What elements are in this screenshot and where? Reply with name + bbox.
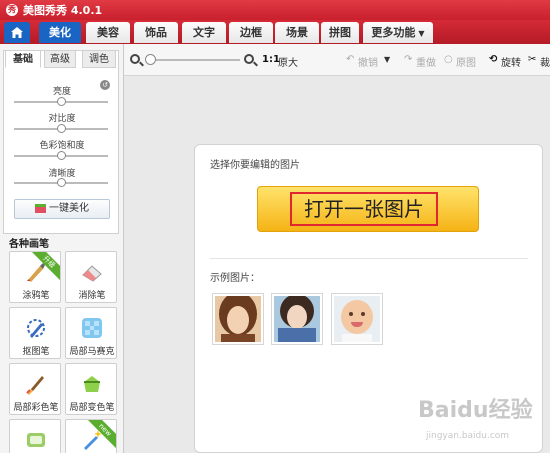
original-image-button[interactable]: 原图 [456,54,476,69]
tab-accessories[interactable]: 饰品 [134,22,178,43]
app-logo-icon: 秀 [6,4,18,16]
open-image-button-label: 打开一张图片 [290,192,438,226]
chevron-down-icon: ▼ [418,29,425,38]
undo-dropdown-icon[interactable]: ▼ [384,55,390,64]
doodle-brush-button[interactable]: 升级 涂鸦笔 [9,251,61,303]
contrast-slider-knob[interactable] [57,124,66,133]
mosaic-brush-label: 局部马赛克 [69,347,115,357]
eraser-brush-label: 消除笔 [78,291,106,301]
sample-image-2-photo [274,296,320,342]
tab-scene[interactable]: 场景 [275,22,319,43]
zoom-in-icon[interactable] [244,54,254,64]
sample-image-1[interactable] [212,293,264,345]
watermark: Baidu经验 [418,398,533,423]
contrast-label: 对比度 [48,114,76,124]
brightness-label: 亮度 [52,87,71,97]
subtab-color[interactable]: 调色 [82,50,116,68]
one-click-beautify-button[interactable]: 一键美化 [14,199,110,219]
contrast-slider[interactable] [14,124,108,133]
crop-icon[interactable]: ✂ [528,54,536,65]
title-bar: 秀 美图秀秀 4.0.1 [0,0,550,20]
saturation-slider[interactable] [14,151,108,160]
undo-icon[interactable]: ↶ [346,54,354,65]
subtab-basic[interactable]: 基础 [5,50,41,68]
left-panel: 基础 高级 调色 ↺ 亮度 对比度 色彩饱和度 清晰度 一键美化 各种画笔 升级… [0,44,124,453]
color-brush-label: 局部彩色笔 [13,403,59,413]
eraser-icon [82,265,102,282]
tab-more-features[interactable]: 更多功能 ▼ [363,22,433,43]
paint-bucket-icon [84,376,100,392]
mosaic-icon [82,318,102,338]
doodle-brush-label: 涂鸦笔 [22,291,50,301]
zoom-out-icon[interactable] [130,54,140,64]
saturation-label: 色彩饱和度 [39,141,85,151]
home-button[interactable] [4,22,30,43]
mosaic-brush-button[interactable]: 局部马赛克 [65,307,117,359]
home-icon [11,27,23,38]
samples-label: 示例图片： [210,273,260,284]
frame-brush-icon [27,433,45,447]
brush-item-8[interactable]: new [65,419,117,453]
tab-text[interactable]: 文字 [182,22,226,43]
brushes-title: 各种画笔 [9,239,49,250]
recolor-brush-label: 局部变色笔 [69,403,115,413]
crop-button[interactable]: 裁 [540,54,550,69]
zoom-slider-knob[interactable] [145,54,156,65]
rotate-button[interactable]: 旋转 [501,54,521,69]
tab-collage[interactable]: 拼图 [321,22,359,43]
divider [210,258,528,259]
cutout-brush-label: 抠图笔 [22,347,50,357]
beautify-icon [35,203,46,213]
redo-button[interactable]: 重做 [416,54,436,69]
app-title: 美图秀秀 4.0.1 [23,4,103,17]
cutout-brush-button[interactable]: 抠图笔 [9,307,61,359]
original-size-button[interactable]: 原大 [278,54,298,69]
open-image-button[interactable]: 打开一张图片 [257,186,479,232]
sample-image-1-photo [215,296,261,342]
main-nav: 美化 美容 饰品 文字 边框 场景 拼图 更多功能 ▼ [0,20,550,44]
saturation-slider-knob[interactable] [57,151,66,160]
undo-button[interactable]: 撤销 [358,54,378,69]
tab-face[interactable]: 美容 [86,22,130,43]
subtab-advanced[interactable]: 高级 [44,50,76,68]
watermark-url: jingyan.baidu.com [426,431,510,441]
tab-frame[interactable]: 边框 [229,22,273,43]
toolbar: 1:1 原大 ↶ 撤销 ▼ ↷ 重做 ○ 原图 ⟲ 旋转 ✂ 裁 [124,44,550,76]
brightness-slider-knob[interactable] [57,97,66,106]
sample-image-2[interactable] [271,293,323,345]
color-brush-icon [26,376,44,395]
select-image-prompt: 选择你要编辑的图片 [210,160,300,171]
sharpness-slider-knob[interactable] [57,178,66,187]
sample-image-3[interactable] [331,293,383,345]
tab-more-label: 更多功能 [371,26,416,39]
sample-image-3-photo [334,296,380,342]
one-click-label: 一键美化 [49,203,89,214]
brush-item-7[interactable] [9,419,61,453]
original-image-icon[interactable]: ○ [444,54,453,65]
sharpness-slider[interactable] [14,178,108,187]
eraser-brush-button[interactable]: 消除笔 [65,251,117,303]
zoom-slider[interactable] [146,59,240,61]
cutout-pen-icon [27,319,45,338]
brightness-slider[interactable] [14,97,108,106]
rotate-icon[interactable]: ⟲ [489,54,497,65]
tab-beautify[interactable]: 美化 [39,22,81,43]
color-brush-button[interactable]: 局部彩色笔 [9,363,61,415]
redo-icon[interactable]: ↷ [404,54,412,65]
recolor-brush-button[interactable]: 局部变色笔 [65,363,117,415]
